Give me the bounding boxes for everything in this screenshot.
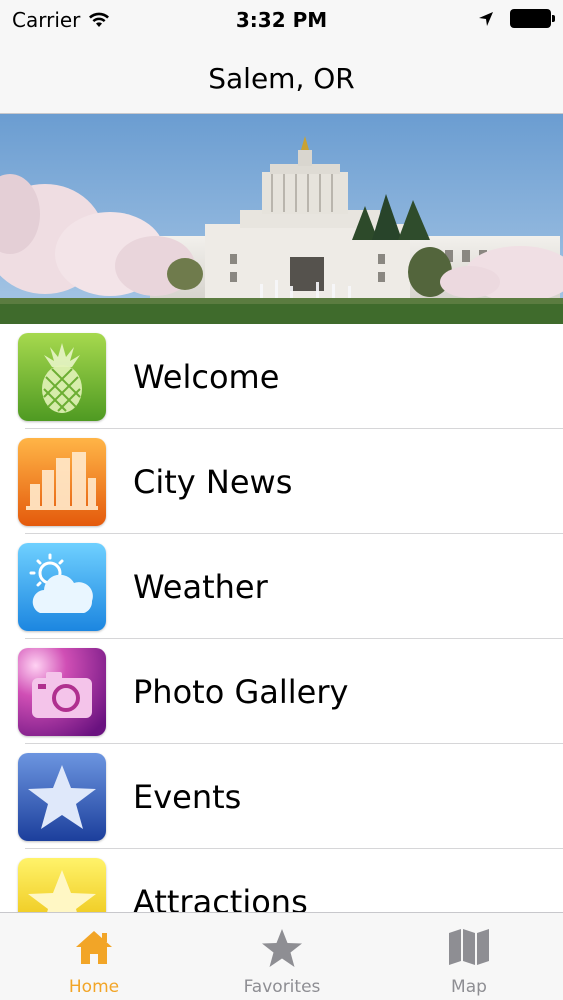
tab-label: Home — [68, 977, 120, 997]
menu-item-label: Photo Gallery — [133, 673, 349, 711]
tab-map[interactable]: Map — [375, 913, 563, 1000]
buildings-icon — [18, 438, 106, 526]
menu-item-label: Welcome — [133, 358, 280, 396]
tab-favorites[interactable]: Favorites — [188, 913, 376, 1000]
menu-item-label: Events — [133, 778, 242, 816]
location-arrow-icon — [479, 11, 493, 26]
page-title: Salem, OR — [208, 62, 355, 95]
menu-item-welcome[interactable]: Welcome — [0, 324, 563, 429]
tab-label: Map — [451, 977, 487, 997]
menu-item-weather[interactable]: Weather — [0, 534, 563, 639]
menu-item-attractions[interactable]: Attractions — [0, 849, 563, 912]
cloud-sun-icon — [18, 543, 106, 631]
menu-item-events[interactable]: Events — [0, 744, 563, 849]
pineapple-icon — [18, 333, 106, 421]
hero-capitol-image — [0, 114, 563, 324]
menu-item-label: City News — [133, 463, 293, 501]
status-bar: Carrier 3:32 PM — [0, 0, 563, 40]
camera-icon — [18, 648, 106, 736]
battery-icon — [510, 9, 555, 28]
status-right — [478, 9, 555, 28]
map-icon — [449, 929, 489, 965]
home-icon — [76, 931, 112, 964]
star-icon — [18, 858, 106, 912]
menu-item-label: Weather — [133, 568, 268, 606]
menu-item-photo-gallery[interactable]: Photo Gallery — [0, 639, 563, 744]
tab-home[interactable]: Home — [0, 913, 188, 1000]
tab-label: Favorites — [243, 977, 321, 997]
navigation-bar: Salem, OR — [0, 40, 563, 114]
star-icon — [262, 929, 302, 967]
star-icon — [18, 753, 106, 841]
menu-item-city-news[interactable]: City News — [0, 429, 563, 534]
menu-item-label: Attractions — [133, 883, 308, 912]
tab-bar: Home Favorites Map — [0, 912, 563, 1000]
menu-list: Welcome City News Weather Photo Gallery … — [0, 324, 563, 912]
